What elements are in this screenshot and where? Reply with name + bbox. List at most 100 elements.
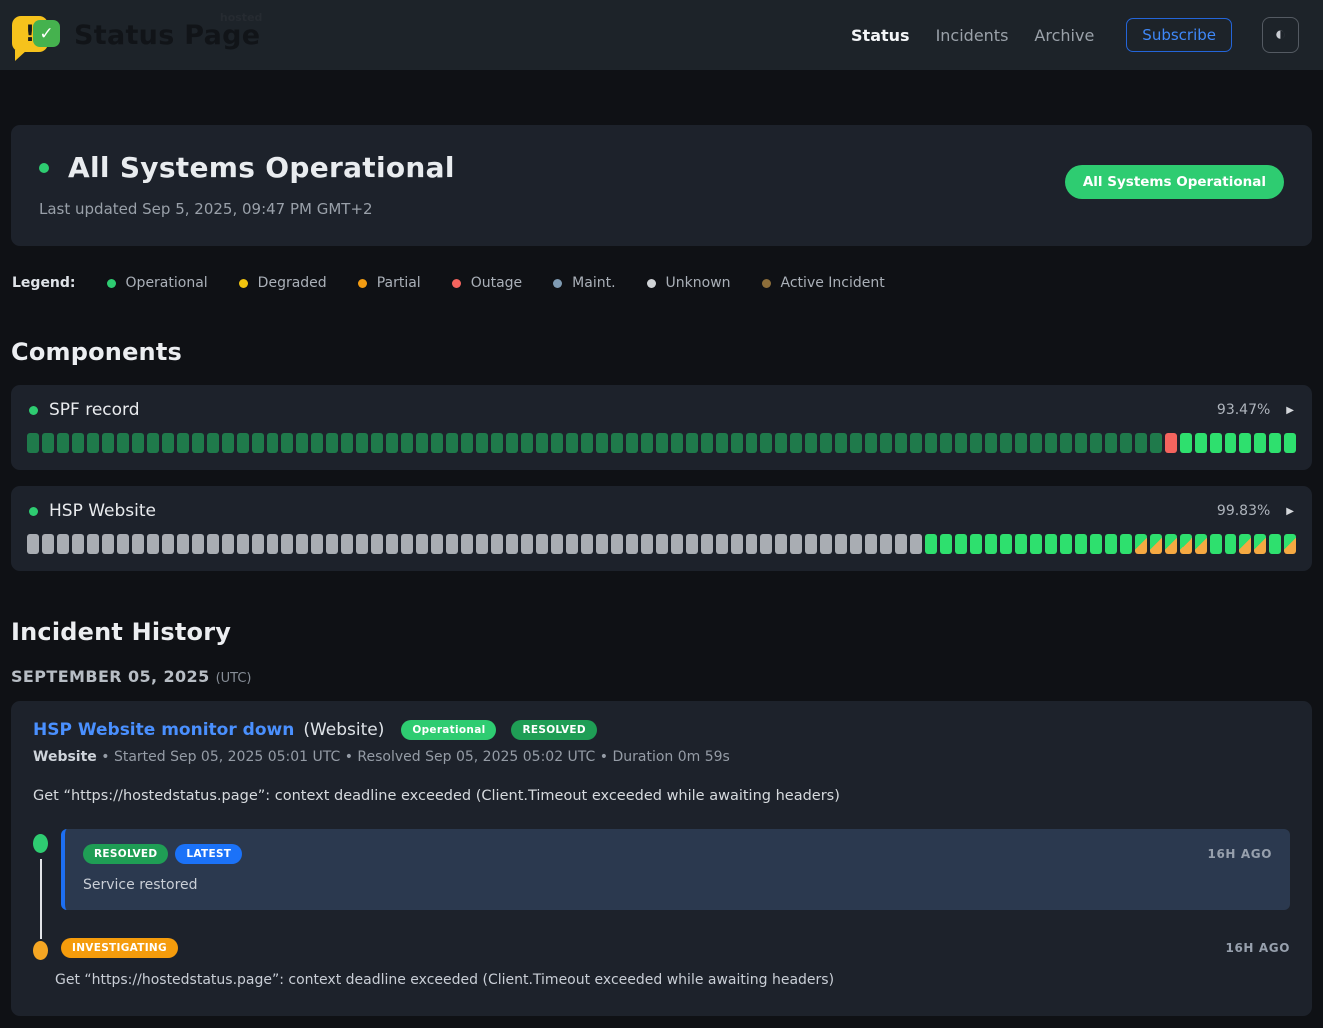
uptime-bar[interactable] [1284, 534, 1296, 554]
uptime-bar[interactable] [1060, 433, 1072, 453]
subscribe-button[interactable]: Subscribe [1126, 18, 1232, 52]
uptime-bar[interactable] [27, 534, 39, 554]
uptime-bar[interactable] [132, 433, 144, 453]
uptime-bar[interactable] [177, 433, 189, 453]
uptime-bar[interactable] [850, 433, 862, 453]
uptime-bar[interactable] [371, 433, 383, 453]
uptime-bar[interactable] [1195, 534, 1207, 554]
uptime-bar[interactable] [1105, 433, 1117, 453]
uptime-bar[interactable] [1210, 534, 1222, 554]
uptime-bar[interactable] [446, 433, 458, 453]
uptime-bar[interactable] [641, 534, 653, 554]
uptime-bar[interactable] [775, 433, 787, 453]
uptime-bar[interactable] [281, 433, 293, 453]
uptime-bar[interactable] [536, 534, 548, 554]
uptime-bar[interactable] [162, 534, 174, 554]
nav-incidents[interactable]: Incidents [936, 26, 1009, 45]
uptime-bar[interactable] [940, 433, 952, 453]
uptime-bar[interactable] [955, 433, 967, 453]
uptime-bar[interactable] [27, 433, 39, 453]
uptime-bar[interactable] [222, 534, 234, 554]
uptime-bar[interactable] [970, 433, 982, 453]
uptime-bar[interactable] [1060, 534, 1072, 554]
uptime-bar[interactable] [805, 534, 817, 554]
uptime-bar[interactable] [1075, 534, 1087, 554]
uptime-bar[interactable] [311, 534, 323, 554]
uptime-bar[interactable] [296, 534, 308, 554]
uptime-bar[interactable] [850, 534, 862, 554]
uptime-bar[interactable] [1239, 534, 1251, 554]
uptime-bar[interactable] [566, 433, 578, 453]
uptime-bar[interactable] [671, 433, 683, 453]
brand-logo[interactable]: ! ✓ hosted Status Page [12, 12, 260, 58]
nav-archive[interactable]: Archive [1034, 26, 1094, 45]
uptime-bar[interactable] [237, 534, 249, 554]
uptime-bar[interactable] [1135, 534, 1147, 554]
uptime-bar[interactable] [626, 433, 638, 453]
uptime-bar[interactable] [626, 534, 638, 554]
uptime-bar[interactable] [596, 433, 608, 453]
uptime-bar[interactable] [551, 534, 563, 554]
uptime-bar[interactable] [865, 433, 877, 453]
uptime-bar[interactable] [491, 534, 503, 554]
uptime-bar[interactable] [147, 433, 159, 453]
uptime-bar[interactable] [446, 534, 458, 554]
uptime-bar[interactable] [1210, 433, 1222, 453]
uptime-bar[interactable] [102, 433, 114, 453]
uptime-bar[interactable] [566, 534, 578, 554]
uptime-bar[interactable] [790, 534, 802, 554]
uptime-bar[interactable] [746, 534, 758, 554]
uptime-bar[interactable] [910, 534, 922, 554]
uptime-bar[interactable] [341, 433, 353, 453]
uptime-bar[interactable] [1045, 433, 1057, 453]
uptime-bar[interactable] [1225, 433, 1237, 453]
uptime-bar[interactable] [461, 433, 473, 453]
uptime-bar[interactable] [177, 534, 189, 554]
uptime-bar[interactable] [416, 433, 428, 453]
uptime-bar[interactable] [1120, 433, 1132, 453]
uptime-bar[interactable] [1269, 433, 1281, 453]
uptime-bar[interactable] [506, 534, 518, 554]
uptime-bar[interactable] [42, 534, 54, 554]
uptime-bar[interactable] [222, 433, 234, 453]
uptime-bars-track[interactable] [27, 433, 1296, 453]
uptime-bar[interactable] [1030, 433, 1042, 453]
nav-status[interactable]: Status [851, 26, 910, 45]
uptime-bar[interactable] [671, 534, 683, 554]
uptime-bar[interactable] [760, 433, 772, 453]
uptime-bar[interactable] [940, 534, 952, 554]
uptime-bar[interactable] [1015, 433, 1027, 453]
uptime-bar[interactable] [431, 534, 443, 554]
uptime-bar[interactable] [42, 433, 54, 453]
uptime-bar[interactable] [955, 534, 967, 554]
uptime-bar[interactable] [476, 534, 488, 554]
uptime-bar[interactable] [1254, 433, 1266, 453]
uptime-bar[interactable] [970, 534, 982, 554]
theme-toggle-button[interactable]: ◐ [1262, 17, 1299, 53]
uptime-bar[interactable] [311, 433, 323, 453]
uptime-bar[interactable] [401, 433, 413, 453]
uptime-bar[interactable] [611, 433, 623, 453]
uptime-bar[interactable] [237, 433, 249, 453]
uptime-bar[interactable] [835, 534, 847, 554]
uptime-bar[interactable] [716, 534, 728, 554]
uptime-bar[interactable] [252, 534, 264, 554]
uptime-bar[interactable] [341, 534, 353, 554]
uptime-bar[interactable] [476, 433, 488, 453]
uptime-bar[interactable] [701, 433, 713, 453]
uptime-bar[interactable] [431, 433, 443, 453]
uptime-bar[interactable] [147, 534, 159, 554]
uptime-bar[interactable] [1135, 433, 1147, 453]
uptime-bar[interactable] [1105, 534, 1117, 554]
uptime-bar[interactable] [746, 433, 758, 453]
uptime-bar[interactable] [805, 433, 817, 453]
uptime-bar[interactable] [1000, 433, 1012, 453]
uptime-bar[interactable] [252, 433, 264, 453]
uptime-bar[interactable] [596, 534, 608, 554]
uptime-bar[interactable] [267, 433, 279, 453]
uptime-bar[interactable] [1030, 534, 1042, 554]
uptime-bar[interactable] [1254, 534, 1266, 554]
uptime-bar[interactable] [1090, 433, 1102, 453]
uptime-bar[interactable] [1195, 433, 1207, 453]
uptime-bar[interactable] [72, 534, 84, 554]
